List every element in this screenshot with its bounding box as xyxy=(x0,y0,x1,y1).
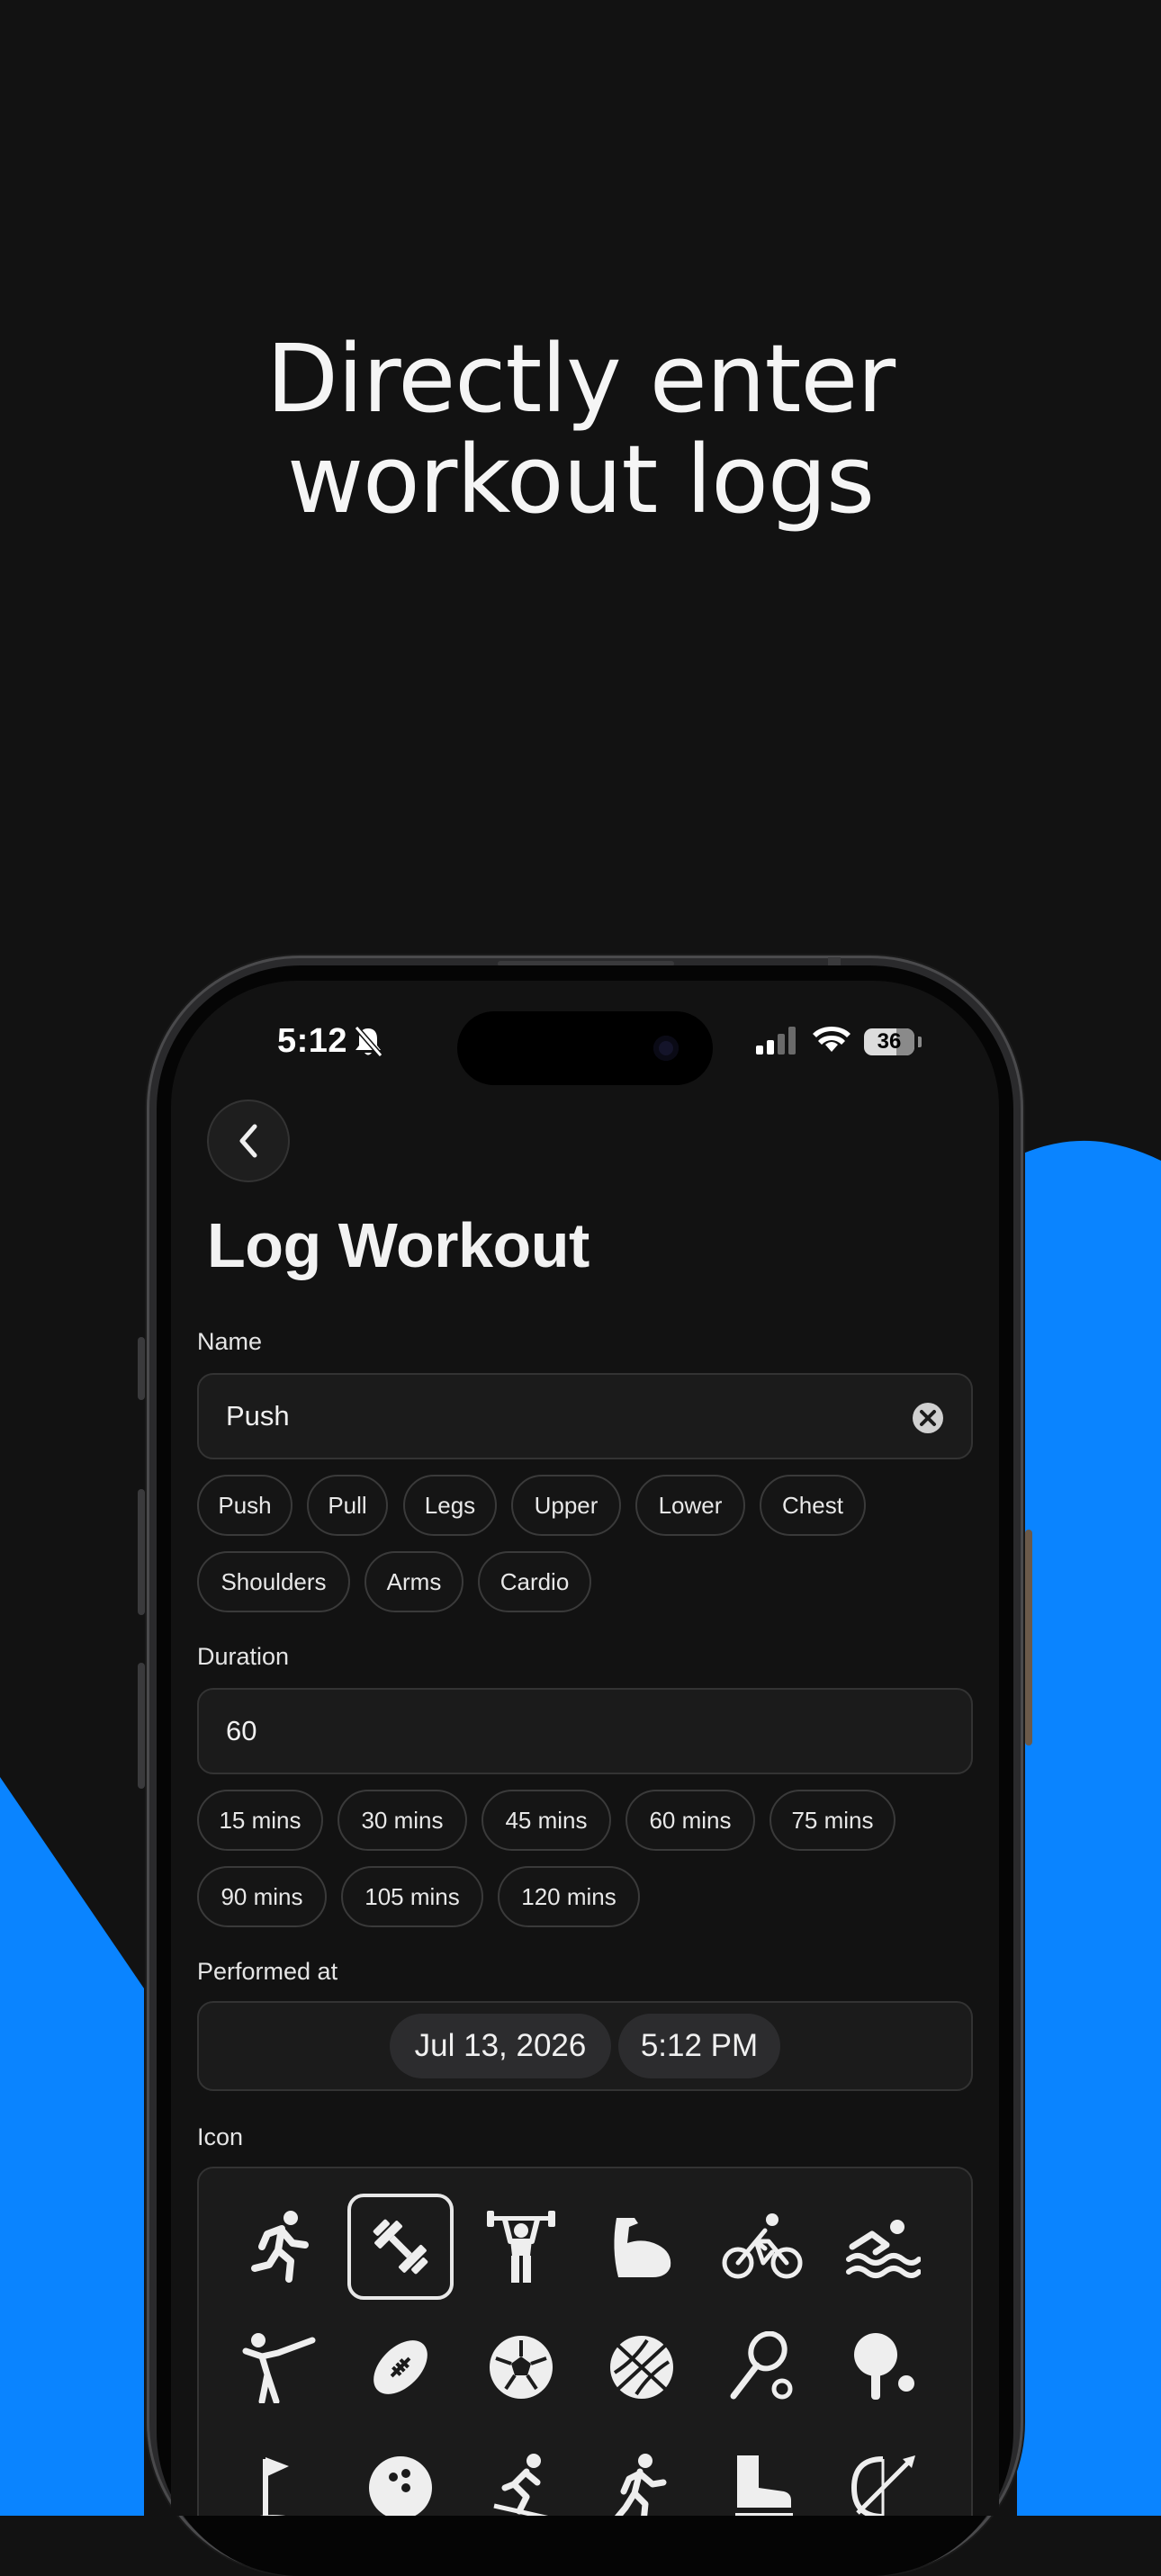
battery-level: 36 xyxy=(877,1029,902,1054)
name-input[interactable]: Push xyxy=(197,1373,973,1459)
chevron-left-icon xyxy=(239,1124,257,1158)
back-button[interactable] xyxy=(207,1100,290,1182)
duration-chip-90[interactable]: 90 mins xyxy=(197,1866,327,1927)
icon-label: Icon xyxy=(197,2123,244,2150)
name-chip-chest[interactable]: Chest xyxy=(760,1475,866,1536)
bicep-icon-option[interactable] xyxy=(589,2194,695,2300)
front-camera xyxy=(653,1036,679,1061)
duration-input[interactable]: 60 xyxy=(197,1688,973,1774)
running-icon-option[interactable] xyxy=(227,2194,333,2300)
battery-icon: 36 xyxy=(864,1028,914,1055)
skating-icon-option[interactable] xyxy=(709,2435,815,2516)
martial-arts-icon xyxy=(242,2333,316,2403)
name-chip-pull[interactable]: Pull xyxy=(307,1475,388,1536)
skiing-icon xyxy=(493,2454,549,2516)
duration-chip-120[interactable]: 120 mins xyxy=(498,1866,640,1927)
soccer-ball-icon xyxy=(490,2336,553,2399)
bell-slash-icon xyxy=(354,1026,383,1057)
weightlifting-icon-option[interactable] xyxy=(468,2194,574,2300)
name-label: Name xyxy=(197,1328,263,1355)
duration-chip-45[interactable]: 45 mins xyxy=(482,1790,611,1851)
date-picker-button[interactable]: Jul 13, 2026 xyxy=(390,2014,611,2078)
basketball-icon-option[interactable] xyxy=(589,2314,695,2420)
headline-line-2: workout logs xyxy=(286,425,875,534)
ping-pong-icon xyxy=(854,2333,914,2400)
soccer-ball-icon-option[interactable] xyxy=(468,2314,574,2420)
dynamic-island xyxy=(457,1011,713,1085)
duration-chip-30[interactable]: 30 mins xyxy=(338,1790,467,1851)
ping-pong-icon-option[interactable] xyxy=(830,2314,936,2420)
hiking-icon-option[interactable] xyxy=(589,2435,695,2516)
bowling-icon-option[interactable] xyxy=(347,2435,454,2516)
football-icon xyxy=(374,2340,428,2394)
phone-power-button xyxy=(1025,1530,1032,1746)
swimming-icon xyxy=(846,2220,921,2278)
name-chip-legs[interactable]: Legs xyxy=(403,1475,497,1536)
page-title: Log Workout xyxy=(207,1210,590,1280)
marketing-headline: Directly enter workout logs xyxy=(0,328,1161,530)
golf-icon xyxy=(259,2457,289,2516)
running-icon xyxy=(251,2211,309,2283)
name-chip-shoulders[interactable]: Shoulders xyxy=(197,1551,350,1612)
headline-line-1: Directly enter xyxy=(266,324,896,434)
name-chip-lower[interactable]: Lower xyxy=(635,1475,745,1536)
football-icon-option[interactable] xyxy=(347,2314,454,2420)
cycling-icon xyxy=(722,2213,803,2279)
golf-icon-option[interactable] xyxy=(227,2435,333,2516)
archery-icon-option[interactable] xyxy=(830,2435,936,2516)
phone-screen: 5:12 36 Log Workout Name Push Push Pull … xyxy=(171,981,999,2516)
name-chip-upper[interactable]: Upper xyxy=(511,1475,621,1536)
phone-volume-up-button xyxy=(138,1489,145,1615)
duration-input-value: 60 xyxy=(226,1715,257,1746)
duration-chip-105[interactable]: 105 mins xyxy=(341,1866,483,1927)
skating-icon xyxy=(735,2455,793,2516)
basketball-icon xyxy=(610,2336,673,2399)
weights-icon xyxy=(373,2219,428,2275)
duration-chip-75[interactable]: 75 mins xyxy=(770,1790,896,1851)
archery-icon xyxy=(851,2455,915,2516)
phone-action-button xyxy=(138,1337,145,1400)
duration-label: Duration xyxy=(197,1643,290,1670)
weights-icon-option[interactable] xyxy=(347,2194,454,2300)
tennis-icon-option[interactable] xyxy=(709,2314,815,2420)
clear-icon[interactable] xyxy=(912,1402,944,1434)
battery-tip xyxy=(918,1037,922,1047)
icon-picker xyxy=(197,2167,973,2516)
duration-chip-15[interactable]: 15 mins xyxy=(197,1790,323,1851)
cycling-icon-option[interactable] xyxy=(709,2194,815,2300)
weightlifting-icon xyxy=(487,2211,555,2283)
status-time: 5:12 xyxy=(277,1022,348,1060)
name-chip-arms[interactable]: Arms xyxy=(364,1551,464,1612)
performed-at-label: Performed at xyxy=(197,1958,338,1985)
hiking-icon xyxy=(614,2454,667,2516)
performed-at-field: Jul 13, 2026 5:12 PM xyxy=(197,2001,973,2091)
time-picker-button[interactable]: 5:12 PM xyxy=(618,2014,780,2078)
name-chip-cardio[interactable]: Cardio xyxy=(478,1551,591,1612)
bicep-icon xyxy=(614,2218,671,2277)
duration-chip-60[interactable]: 60 mins xyxy=(626,1790,755,1851)
phone-volume-down-button xyxy=(138,1663,145,1789)
tennis-icon xyxy=(730,2331,793,2400)
cellular-signal-icon xyxy=(756,1027,796,1055)
swimming-icon-option[interactable] xyxy=(830,2194,936,2300)
martial-arts-icon-option[interactable] xyxy=(227,2314,333,2420)
wifi-icon xyxy=(813,1027,850,1052)
bowling-icon xyxy=(369,2456,432,2516)
name-chip-push[interactable]: Push xyxy=(197,1475,292,1536)
skiing-icon-option[interactable] xyxy=(468,2435,574,2516)
name-input-value: Push xyxy=(226,1400,290,1432)
